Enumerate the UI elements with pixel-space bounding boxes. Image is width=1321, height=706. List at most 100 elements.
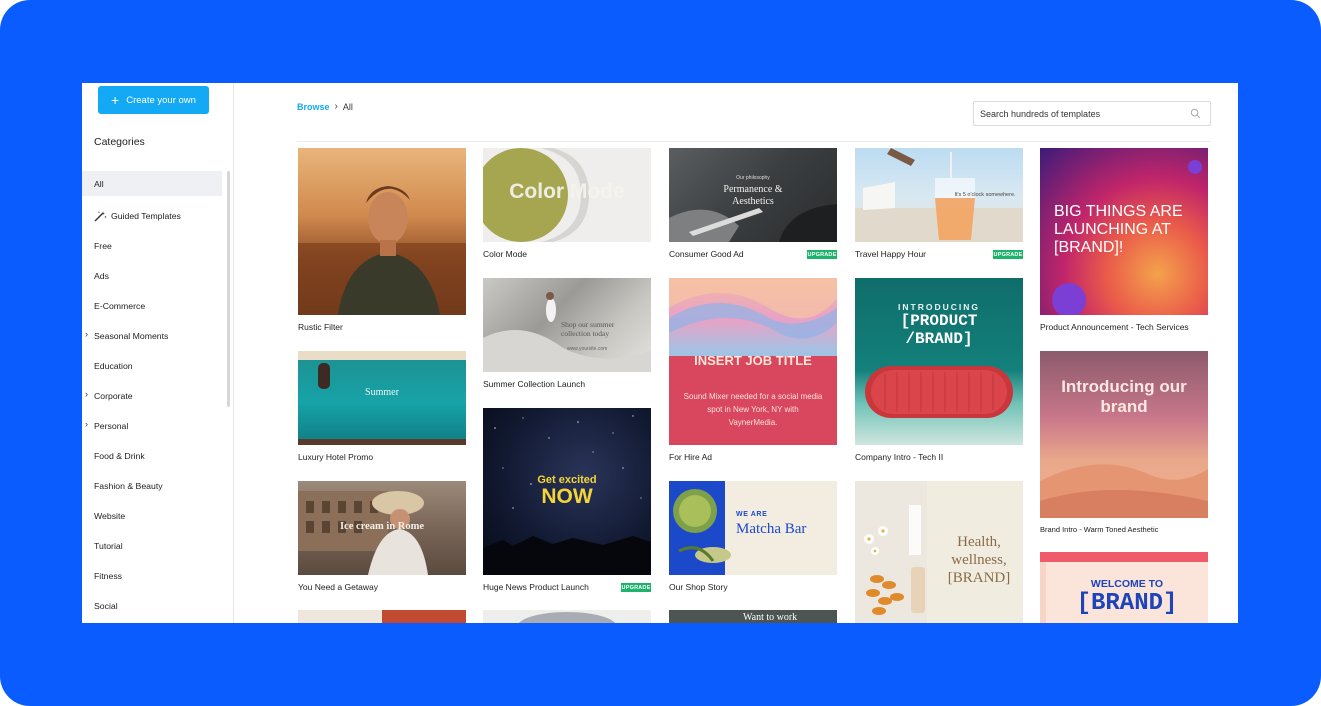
sidebar-item-label: Fashion & Beauty (94, 481, 163, 491)
sidebar-item-guided-templates[interactable]: Guided Templates (82, 201, 222, 231)
category-list: All Guided Templates Free Ads E-Commerce › Sea… (82, 171, 222, 621)
template-card-welcome-brand[interactable]: WELCOME TO [BRAND] (1040, 552, 1208, 623)
template-overlay-text: Introducing our brand (1061, 377, 1187, 416)
template-card-partial[interactable]: Want to work (669, 610, 837, 623)
breadcrumb-chevron-icon: › (334, 101, 338, 112)
template-thumbnail[interactable]: Shop our summer collection today www.you… (483, 278, 651, 372)
template-card-company-intro-tech-ii[interactable]: INTRODUCING [PRODUCT /BRAND] Company Int… (855, 278, 1023, 462)
sidebar-item-label: Corporate (94, 391, 133, 401)
magic-wand-icon (94, 211, 107, 221)
template-overlay-text: [BRAND] (1076, 590, 1178, 617)
template-thumbnail[interactable]: BIG THINGS ARE LAUNCHING AT [BRAND]! (1040, 148, 1208, 315)
template-thumbnail[interactable] (298, 610, 466, 623)
template-thumbnail[interactable]: WE ARE Matcha Bar (669, 481, 837, 575)
sidebar-item-website[interactable]: Website (82, 501, 222, 531)
chevron-right-icon[interactable]: › (85, 389, 88, 399)
template-card-consumer-good-ad[interactable]: Our philosophy Permanence & Aesthetics C… (669, 148, 837, 259)
template-title: Brand Intro - Warm Toned Aesthetic (1040, 525, 1159, 534)
template-overlay-text: It's 5 o'clock somewhere. (954, 192, 1016, 198)
template-thumbnail[interactable]: Our philosophy Permanence & Aesthetics (669, 148, 837, 242)
sidebar-item-free[interactable]: Free (82, 231, 222, 261)
sidebar-item-personal[interactable]: › Personal (82, 411, 222, 441)
template-thumbnail[interactable]: INTRODUCING [PRODUCT /BRAND] (855, 278, 1023, 445)
template-thumbnail[interactable]: WELCOME TO [BRAND] (1040, 552, 1208, 623)
breadcrumb-browse-link[interactable]: Browse (297, 102, 330, 112)
template-title: Rustic Filter (298, 322, 343, 332)
search-icon[interactable] (1190, 108, 1201, 119)
template-thumbnail[interactable]: Want to work (669, 610, 837, 623)
template-card-you-need-a-getaway[interactable]: Ice cream in Rome You Need a Getaway (298, 481, 466, 592)
supplements-flowers-image (855, 481, 927, 623)
template-url-text: www.yoursite.com (567, 346, 608, 352)
breadcrumb: Browse › All (297, 101, 353, 112)
template-overlay-text: INSERT JOB TITLE (694, 353, 812, 368)
template-thumbnail[interactable]: Health, wellness, [BRAND] (855, 481, 1023, 623)
sidebar-item-fitness[interactable]: Fitness (82, 561, 222, 591)
breadcrumb-current: All (342, 101, 353, 112)
sidebar-item-tutorial[interactable]: Tutorial (82, 531, 222, 561)
categories-heading: Categories (94, 136, 145, 148)
template-card-for-hire-ad[interactable]: INSERT JOB TITLE Sound Mixer needed for … (669, 278, 837, 462)
template-title: Our Shop Story (669, 582, 728, 592)
template-title: Luxury Hotel Promo (298, 452, 374, 462)
sidebar-item-fashion-beauty[interactable]: Fashion & Beauty (82, 471, 222, 501)
template-thumbnail[interactable]: Introducing our brand (1040, 351, 1208, 518)
sidebar-item-label: Website (94, 511, 126, 521)
template-card-travel-happy-hour[interactable]: It's 5 o'clock somewhere. Travel Happy H… (855, 148, 1023, 259)
sidebar-item-seasonal-moments[interactable]: › Seasonal Moments (82, 321, 222, 351)
template-overlay-text: NOW (541, 485, 593, 508)
chevron-right-icon[interactable]: › (85, 419, 88, 429)
template-card-health-wellness[interactable]: Health, wellness, [BRAND] (855, 481, 1023, 623)
template-overlay-subtext: WELCOME TO (1090, 578, 1164, 590)
search-input[interactable] (974, 102, 1184, 125)
sidebar-item-corporate[interactable]: › Corporate (82, 381, 222, 411)
template-thumbnail[interactable]: INSERT JOB TITLE Sound Mixer needed for … (669, 278, 837, 445)
template-thumbnail[interactable]: Color Mode (483, 148, 651, 242)
template-overlay-text: Summer (365, 387, 399, 398)
sidebar-item-label: Guided Templates (111, 211, 181, 221)
template-thumbnail[interactable]: Get excited NOW (483, 408, 651, 575)
template-overlay-body: Sound Mixer needed for a social media sp… (683, 392, 823, 427)
template-card-brand-intro[interactable]: Introducing our brand Brand Intro - Warm… (1040, 351, 1208, 534)
template-card-color-mode[interactable]: Color Mode Color Mode (483, 148, 651, 259)
template-title: You Need a Getaway (298, 582, 379, 592)
template-title: Huge News Product Launch (483, 582, 589, 592)
create-your-own-label: Create your own (126, 94, 196, 106)
template-card-partial[interactable] (298, 610, 466, 623)
template-thumbnail[interactable] (298, 148, 466, 315)
template-thumbnail[interactable] (483, 610, 651, 623)
template-overlay-text: Ice cream in Rome (339, 521, 425, 532)
sidebar-item-label: Social (94, 601, 118, 611)
template-card-huge-news-product-launch[interactable]: Get excited NOW Huge News Product Launch… (483, 408, 651, 592)
create-your-own-button[interactable]: + Create your own (98, 86, 209, 114)
sidebar-item-label: Ads (94, 271, 109, 281)
template-overlay-subtext: Our philosophy (736, 175, 770, 181)
chevron-right-icon[interactable]: › (85, 329, 88, 339)
sidebar-item-e-commerce[interactable]: E-Commerce (82, 291, 222, 321)
template-card-luxury-hotel-promo[interactable]: Summer Luxury Hotel Promo (298, 351, 466, 462)
template-card-our-shop-story[interactable]: WE ARE Matcha Bar Our Shop Story (669, 481, 837, 592)
plus-icon: + (111, 92, 120, 108)
sidebar-item-education[interactable]: Education (82, 351, 222, 381)
template-overlay-text: Health, wellness, [BRAND] (947, 534, 1011, 586)
template-overlay-text: Matcha Bar (736, 521, 807, 537)
template-overlay-text: BIG THINGS ARE LAUNCHING AT [BRAND]! (1054, 203, 1183, 256)
sidebar-item-label: E-Commerce (94, 301, 146, 311)
template-card-summer-collection-launch[interactable]: Shop our summer collection today www.you… (483, 278, 651, 389)
template-card-product-announcement[interactable]: BIG THINGS ARE LAUNCHING AT [BRAND]! Pro… (1040, 148, 1208, 332)
sidebar-item-label: Free (94, 241, 112, 251)
template-overlay-subtext: INTRODUCING (898, 302, 980, 312)
sidebar-item-food-drink[interactable]: Food & Drink (82, 441, 222, 471)
template-card-rustic-filter[interactable]: Rustic Filter (298, 148, 466, 332)
sidebar-item-social[interactable]: Social (82, 591, 222, 621)
template-thumbnail[interactable]: It's 5 o'clock somewhere. (855, 148, 1023, 242)
sidebar-scrollbar-thumb[interactable] (227, 171, 230, 407)
sidebar-item-ads[interactable]: Ads (82, 261, 222, 291)
template-thumbnail[interactable]: Summer (298, 351, 466, 445)
template-card-partial[interactable] (483, 610, 651, 623)
sidebar-item-all[interactable]: All (82, 171, 222, 196)
template-thumbnail[interactable]: Ice cream in Rome (298, 481, 466, 575)
template-overlay-text: Color Mode (509, 180, 625, 203)
template-title: Color Mode (483, 249, 527, 259)
sidebar-item-label: Education (94, 361, 133, 371)
